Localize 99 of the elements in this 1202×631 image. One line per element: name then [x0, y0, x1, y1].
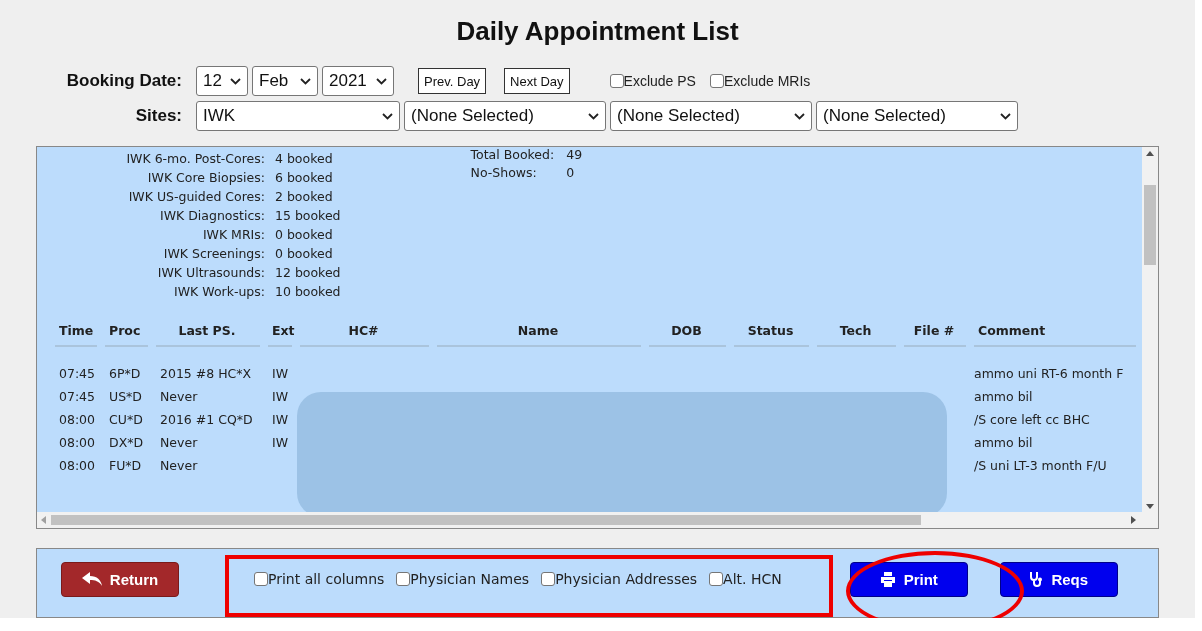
- column-header: Name: [437, 323, 641, 347]
- stat-label: IWK Ultrasounds:: [156, 265, 265, 280]
- table-cell-text: ammo uni RT-6 month F: [973, 365, 1125, 383]
- print-button[interactable]: Print: [849, 561, 968, 597]
- scroll-up-icon[interactable]: [1146, 151, 1154, 156]
- stat-value: 4 booked: [275, 151, 334, 166]
- field-label: Booking Date:: [65, 71, 182, 91]
- stat-value: 12 booked: [275, 265, 341, 280]
- table-cell-text: 07:45: [58, 365, 97, 383]
- table-cell-text: 08:00: [58, 411, 97, 429]
- checkbox[interactable]: [709, 74, 724, 88]
- checkbox[interactable]: [254, 572, 268, 586]
- month-select[interactable]: Feb: [252, 66, 318, 96]
- table-cell-text: 08:00: [58, 434, 97, 452]
- site-select[interactable]: IWK: [196, 101, 400, 131]
- column-header: HC#: [300, 323, 429, 347]
- table-cell-text: 6P*D: [108, 365, 142, 383]
- stat-label: IWK Diagnostics:: [159, 208, 265, 223]
- checkbox[interactable]: [396, 572, 411, 586]
- scroll-left-icon[interactable]: [41, 516, 46, 524]
- table-cell-text: 2015 #8 HC*X: [159, 365, 253, 383]
- checkbox[interactable]: [709, 572, 724, 586]
- total-label: No-Shows:: [470, 165, 538, 180]
- table-cell-text: Never: [159, 388, 199, 406]
- scroll-right-icon[interactable]: [1131, 516, 1136, 524]
- scrollbar[interactable]: [1142, 147, 1158, 513]
- chevron-icon: [376, 77, 387, 85]
- back-arrow-icon: [81, 572, 102, 586]
- column-header: File #: [904, 323, 966, 347]
- column-header: Last PS.: [156, 323, 260, 347]
- table-cell-text: IW: [271, 411, 290, 429]
- prev-day-button[interactable]: Prev. Day: [418, 68, 487, 94]
- checkbox-label: Exclude MRIs: [723, 73, 811, 89]
- stat-value: 10 booked: [275, 284, 341, 299]
- printer-icon: [879, 571, 896, 587]
- stat-label: IWK 6-mo. Post-Cores:: [125, 151, 265, 166]
- stat-value: 6 booked: [275, 170, 334, 185]
- chevron-icon: [1000, 112, 1011, 120]
- column-header: Comment: [974, 323, 1136, 347]
- next-day-button[interactable]: Next Day: [504, 68, 570, 94]
- checkbox-label: Physician Addresses: [555, 571, 698, 587]
- column-header: Proc: [105, 323, 148, 347]
- column-header: Status: [734, 323, 809, 347]
- table-cell-text: US*D: [108, 388, 143, 406]
- total-label: Total Booked:: [470, 147, 555, 162]
- stat-value: 15 booked: [275, 208, 341, 223]
- site-select[interactable]: (None Selected): [404, 101, 606, 131]
- stat-label: IWK MRIs:: [201, 227, 265, 242]
- stat-label: IWK Screenings:: [162, 246, 265, 261]
- table-cell-text: /S core left cc BHC: [973, 411, 1091, 429]
- checkbox[interactable]: [609, 74, 624, 88]
- table-cell-text: 07:45: [58, 388, 97, 406]
- field-label: Sites:: [134, 106, 182, 126]
- table-cell-text: CU*D: [108, 411, 144, 429]
- scroll-down-icon[interactable]: [1146, 504, 1154, 509]
- checkbox-label: Exclude PS: [623, 73, 696, 89]
- table-cell-text: ammo bil: [973, 434, 1034, 452]
- total-value: 49: [566, 147, 583, 162]
- checkbox-label: Alt. HCN: [723, 571, 782, 587]
- table-cell-text: IW: [271, 434, 290, 452]
- scrollbar-thumb[interactable]: [51, 515, 921, 525]
- site-select[interactable]: (None Selected): [610, 101, 812, 131]
- checkbox-label: Physician Names: [410, 571, 530, 587]
- stat-label: IWK Core Biopsies:: [146, 170, 265, 185]
- chevron-icon: [230, 77, 241, 85]
- chevron-icon: [300, 77, 311, 85]
- reqs-button[interactable]: Reqs: [999, 561, 1118, 597]
- table-cell-text: Never: [159, 434, 199, 452]
- checkbox[interactable]: [541, 572, 556, 586]
- stat-value: 0 booked: [275, 246, 334, 261]
- stat-label: IWK US-guided Cores:: [127, 189, 265, 204]
- table-cell-text: /S uni LT-3 month F/U: [973, 457, 1108, 475]
- table-cell-text: IW: [271, 365, 290, 383]
- checkbox-label: Print all columns: [268, 571, 385, 587]
- column-header: Time: [55, 323, 97, 347]
- chevron-icon: [588, 112, 599, 120]
- chevron-icon: [794, 112, 805, 120]
- year-select[interactable]: 2021: [322, 66, 394, 96]
- day-select[interactable]: 12: [196, 66, 248, 96]
- stat-label: IWK Work-ups:: [173, 284, 265, 299]
- table-cell-text: Never: [159, 457, 199, 475]
- return-button[interactable]: Return: [61, 561, 179, 597]
- column-header: Tech: [817, 323, 896, 347]
- table-cell-text: ammo bil: [973, 388, 1034, 406]
- table-cell-text: FU*D: [108, 457, 143, 475]
- scrollbar-thumb[interactable]: [1144, 185, 1156, 265]
- table-cell-text: 08:00: [58, 457, 97, 475]
- site-select[interactable]: (None Selected): [816, 101, 1018, 131]
- stat-value: 0 booked: [275, 227, 334, 242]
- stat-value: 2 booked: [275, 189, 334, 204]
- scrollbar[interactable]: [37, 512, 1158, 528]
- stethoscope-icon: [1029, 571, 1044, 587]
- table-cell-text: DX*D: [108, 434, 145, 452]
- column-header: DOB: [649, 323, 726, 347]
- total-value: 0: [566, 165, 576, 180]
- page-title: Daily Appointment List: [456, 16, 739, 47]
- table-cell-text: 2016 #1 CQ*D: [159, 411, 254, 429]
- table-cell-text: IW: [271, 388, 290, 406]
- chevron-icon: [382, 112, 393, 120]
